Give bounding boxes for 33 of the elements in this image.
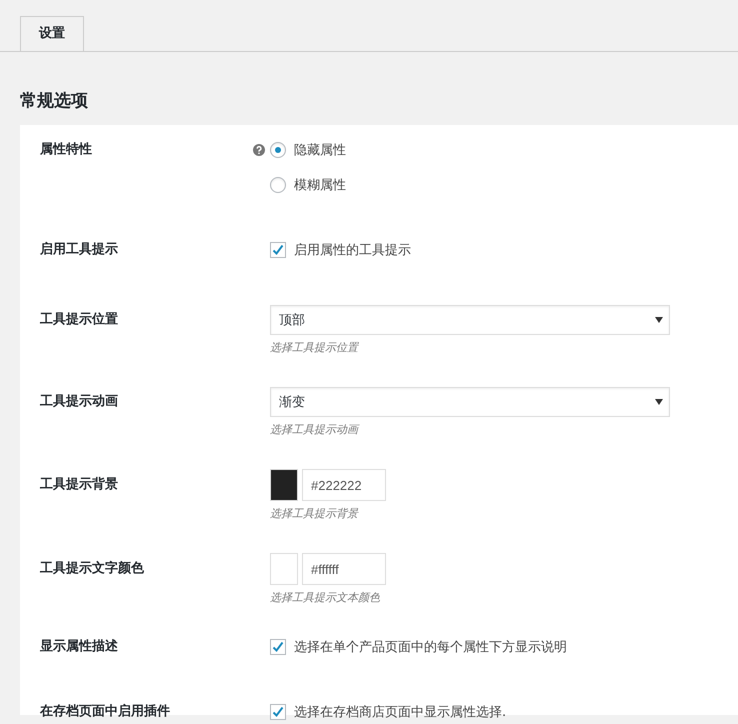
setting-label: 工具提示动画 <box>40 393 118 411</box>
checkbox[interactable] <box>270 242 286 258</box>
field-description: 选择工具提示动画 <box>270 423 360 437</box>
checkbox-label: 选择在存档商店页面中显示属性选择. <box>294 704 506 721</box>
radio-label: 模糊属性 <box>294 177 346 194</box>
dropdown[interactable]: 渐变 <box>270 387 670 417</box>
color-swatch[interactable] <box>270 469 298 501</box>
setting-label: 工具提示背景 <box>40 476 118 494</box>
setting-label: 属性特性 <box>40 141 92 159</box>
caret-icon <box>655 399 663 405</box>
setting-label: 启用工具提示 <box>40 240 118 259</box>
setting-label: 显示属性描述 <box>40 638 118 656</box>
color-input-field[interactable]: #ffffff <box>302 553 386 585</box>
dropdown[interactable]: 顶部 <box>270 305 670 335</box>
tab[interactable]: 设置 <box>20 16 84 51</box>
checkbox[interactable] <box>270 704 286 720</box>
setting-label: 工具提示位置 <box>40 311 118 329</box>
checkbox-label: 选择在单个产品页面中的每个属性下方显示说明 <box>294 639 567 656</box>
caret-icon <box>655 317 663 323</box>
color-input-field[interactable]: #222222 <box>302 469 386 501</box>
setting-label: 工具提示文字颜色 <box>40 560 144 578</box>
field-description: 选择工具提示背景 <box>270 507 360 521</box>
setting-label: 在存档页面中启用插件 <box>40 702 170 721</box>
checkbox-label: 启用属性的工具提示 <box>294 242 411 259</box>
radio-button[interactable] <box>270 142 286 158</box>
radio-label: 隐藏属性 <box>294 142 346 159</box>
checkbox[interactable] <box>270 639 286 655</box>
help-icon[interactable] <box>253 144 265 156</box>
color-swatch[interactable] <box>270 553 298 585</box>
radio-button[interactable] <box>270 177 286 193</box>
field-description: 选择工具提示文本颜色 <box>270 591 381 605</box>
section-heading: 常规选项 <box>20 90 89 113</box>
field-description: 选择工具提示位置 <box>270 341 360 355</box>
